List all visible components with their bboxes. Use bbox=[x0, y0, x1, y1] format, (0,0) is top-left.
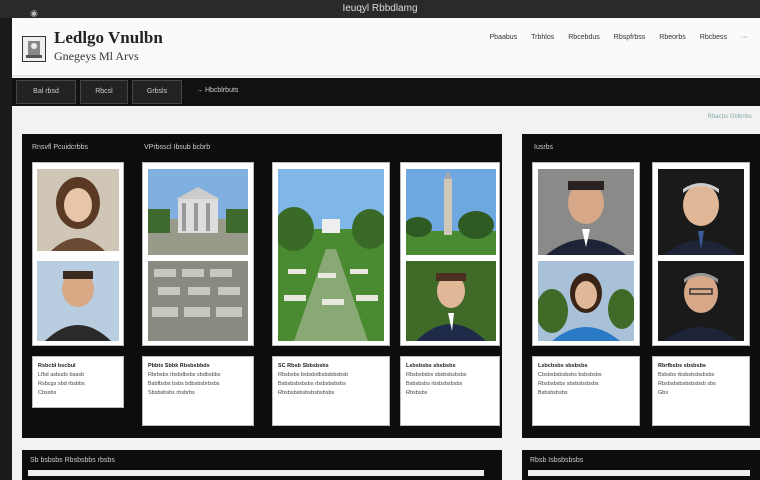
breadcrumb[interactable]: Rbacbs Gblbnbs bbox=[708, 114, 752, 120]
monument-lawn-photo[interactable] bbox=[278, 169, 384, 341]
section-footer-left: Sb bsbsbs Rbsbsbbs rbsbs bbox=[22, 450, 502, 480]
caption-line: Rbsbsbsbs sbsbsbsbsbs bbox=[406, 372, 467, 378]
section-title: Rbsb Isbsbsbsbs bbox=[530, 457, 584, 464]
top-nav: Pbaabus Trbhlos Rbcebdus Rbspfrbss Rbeor… bbox=[490, 34, 748, 41]
caption-line: Bsbfbsbs bsbs bdbsbsbrbsbs bbox=[148, 381, 220, 387]
section-footer-right: Rbsb Isbsbsbsbs bbox=[522, 450, 760, 480]
caption-line: Cbsbsbsbsbsbs bsbsbsbs bbox=[538, 372, 602, 378]
caption-line: Rbsbsbsbs sbsbsbsbsbs bbox=[538, 381, 599, 387]
photo-card[interactable] bbox=[652, 162, 750, 346]
caption-title: SC Rbsb Sbbsbsbs bbox=[278, 363, 329, 369]
landmark-photo[interactable] bbox=[148, 169, 248, 255]
window-titlebar: ◉ Ieuqyl Rbbdlamg bbox=[0, 0, 760, 18]
portrait-photo[interactable] bbox=[658, 261, 744, 341]
portrait-photo[interactable] bbox=[37, 169, 119, 251]
caption-card[interactable]: SC Rbsb Sbbsbsbs Rbsbsbs bsbsbdbsbsbbsbs… bbox=[272, 356, 390, 426]
gallery-panel-left: Rnsvfl Pcuidcrbbs VPrbsscl Ibsub bcbrb R… bbox=[22, 134, 502, 438]
caption-line: Sbsbsbsbs rbsbrbs bbox=[148, 390, 195, 396]
caption-card[interactable]: Pbbts Sbbk Rbsbsbbds Rbrbsbs rbsbdbsbs s… bbox=[142, 356, 254, 426]
toolbar-button[interactable]: Rbcsl bbox=[80, 80, 128, 104]
memorial-photo[interactable] bbox=[148, 261, 248, 341]
nav-more-icon[interactable]: ··· bbox=[741, 34, 748, 41]
toolbar-button[interactable]: Grbsls bbox=[132, 80, 182, 104]
toolbar-link[interactable]: → Hbcblrbuts bbox=[196, 80, 238, 104]
caption-line: Bsbsbs rbsbsbsbsbsbs bbox=[658, 372, 715, 378]
toolbar: Bal rbsd Rbcsl Grbsls → Hbcblrbuts bbox=[12, 78, 760, 106]
caption-card[interactable]: Lsbcbsbs sbsbsbs Cbsbsbsbsbsbs bsbsbsbs … bbox=[532, 356, 640, 426]
caption-line: Bsbsbsbsbsbs rbsbsbsbsbs bbox=[278, 381, 346, 387]
portrait-photo[interactable] bbox=[406, 261, 496, 341]
caption-line: Rbsbsbs bbox=[406, 390, 428, 396]
logo-icon[interactable] bbox=[22, 36, 46, 62]
section-bar bbox=[28, 470, 484, 476]
section-title: Sb bsbsbs Rbsbsbbs rbsbs bbox=[30, 457, 115, 464]
gallery-panel-right: Iusrbs Lsbcbsbs sbsbsbs Cbsbsbsbsbsbs bs… bbox=[522, 134, 760, 438]
portrait-photo[interactable] bbox=[538, 169, 634, 255]
caption-title: Rbrfbsbs sbsbsbs bbox=[658, 363, 706, 369]
photo-card[interactable] bbox=[272, 162, 390, 346]
toolbar-button[interactable]: Bal rbsd bbox=[16, 80, 76, 104]
panel-label: VPrbsscl Ibsub bcbrb bbox=[144, 144, 211, 151]
nav-item[interactable]: Trbhlos bbox=[531, 34, 554, 41]
caption-line: Rbsbsbsbsbsbsbsbsbs bbox=[278, 390, 335, 396]
site-title[interactable]: Ledlgo Vnulbn bbox=[54, 28, 163, 48]
caption-line: Gbs bbox=[658, 390, 669, 396]
caption-line: Rbrbsbs rbsbdbsbs sbdbsbbs bbox=[148, 372, 221, 378]
caption-line: Rbsbsbsbsbsbsbsb sbs bbox=[658, 381, 716, 387]
caption-card[interactable]: Lsbsbsbs sbsbsbs Rbsbsbsbs sbsbsbsbsbs B… bbox=[400, 356, 500, 426]
caption-card[interactable]: Rbrfbsbs sbsbsbs Bsbsbs rbsbsbsbsbsbs Rb… bbox=[652, 356, 750, 426]
caption-title: Lsbsbsbs sbsbsbs bbox=[406, 363, 456, 369]
nav-item[interactable]: Rbeorbs bbox=[659, 34, 685, 41]
portrait-photo[interactable] bbox=[37, 261, 119, 341]
nav-item[interactable]: Rbcbess bbox=[700, 34, 727, 41]
photo-card[interactable] bbox=[532, 162, 640, 346]
site-subtitle: Gnegeys Ml Arvs bbox=[54, 49, 139, 63]
site-header: Ledlgo Vnulbn Gnegeys Ml Arvs Pbaabus Tr… bbox=[12, 18, 760, 76]
caption-line: Bsbsbsbs rbsbsbsbsbs bbox=[406, 381, 463, 387]
photo-card[interactable] bbox=[32, 162, 124, 346]
caption-title: Rsbcbl bscbul bbox=[38, 363, 76, 369]
nav-item[interactable]: Rbcebdus bbox=[568, 34, 600, 41]
portrait-photo[interactable] bbox=[658, 169, 744, 255]
photo-card[interactable] bbox=[400, 162, 500, 346]
photo-card[interactable] bbox=[142, 162, 254, 346]
nav-item[interactable]: Pbaabus bbox=[490, 34, 518, 41]
window-title: Ieuqyl Rbbdlamg bbox=[342, 3, 418, 14]
panel-label: Iusrbs bbox=[534, 144, 554, 151]
page: Ledlgo Vnulbn Gnegeys Ml Arvs Pbaabus Tr… bbox=[12, 18, 760, 480]
caption-line: Rsbcgs sbd rbsbbs bbox=[38, 381, 85, 387]
portrait-photo[interactable] bbox=[538, 261, 634, 341]
panel-label: Rnsvfl Pcuidcrbbs bbox=[32, 144, 89, 151]
section-bar bbox=[528, 470, 750, 476]
caption-line: Lfbd asbuds bsasb bbox=[38, 372, 85, 378]
nav-item[interactable]: Rbspfrbss bbox=[614, 34, 646, 41]
caption-line: Rbsbsbs bsbsbdbsbsbbsbsb bbox=[278, 372, 349, 378]
caption-line: Bsbsbsbsbs bbox=[538, 390, 568, 396]
caption-title: Pbbts Sbbk Rbsbsbbds bbox=[148, 363, 210, 369]
tower-photo[interactable] bbox=[406, 169, 496, 255]
caption-card[interactable]: Rsbcbl bscbul Lfbd asbuds bsasb Rsbcgs s… bbox=[32, 356, 124, 408]
caption-line: Cbssbs bbox=[38, 390, 57, 396]
caption-title: Lsbcbsbs sbsbsbs bbox=[538, 363, 588, 369]
